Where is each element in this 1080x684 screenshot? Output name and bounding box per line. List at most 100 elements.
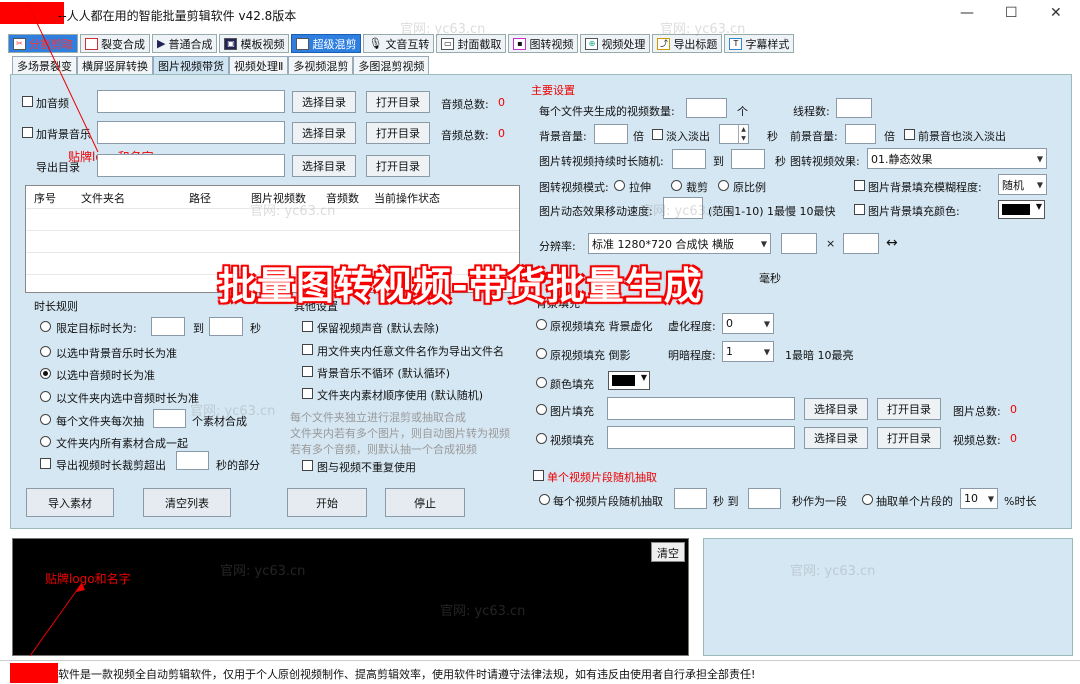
duration-opt-fixed-label: 限定目标时长为: — [56, 322, 137, 335]
fill-reflect-radio[interactable] — [536, 348, 547, 359]
fill-image-radio[interactable] — [536, 404, 547, 415]
blur-fill-select[interactable]: 随机 ▼ — [998, 174, 1047, 195]
spinner-arrows-icon[interactable]: ▲ ▼ — [738, 125, 748, 143]
fill-video-select-dir-button[interactable]: 选择目录 — [804, 427, 868, 449]
subtab-image-video-sales[interactable]: 图片视频带货 — [153, 56, 229, 74]
fill-video-path-input[interactable] — [607, 426, 795, 449]
mode-stretch-radio[interactable] — [614, 180, 625, 191]
fill-video-open-dir-button[interactable]: 打开目录 — [877, 427, 941, 449]
maximize-button[interactable]: ☐ — [1005, 5, 1018, 21]
fill-image-select-dir-button[interactable]: 选择目录 — [804, 398, 868, 420]
duration-opt-folder-audio-radio[interactable] — [40, 391, 51, 402]
bgm-total-value: 0 — [498, 127, 505, 140]
subtab-orientation[interactable]: 横屏竖屏转换 — [77, 56, 153, 74]
export-open-dir-button[interactable]: 打开目录 — [366, 155, 430, 177]
segment-pct-radio[interactable] — [862, 494, 873, 505]
trim-seconds-input[interactable] — [176, 451, 209, 470]
fill-color-picker[interactable]: ▼ — [608, 371, 650, 390]
threads-input[interactable] — [836, 98, 872, 118]
bgm-no-loop-checkbox[interactable] — [302, 366, 313, 377]
stop-button[interactable]: 停止 — [385, 488, 465, 517]
export-icon: ⤴ — [657, 37, 671, 50]
tab-video-process[interactable]: ⊕ 视频处理 — [580, 34, 651, 53]
log-clear-button[interactable]: 清空 — [651, 542, 685, 562]
chevron-down-icon: ▼ — [1035, 202, 1042, 211]
img-duration-min-input[interactable] — [672, 149, 706, 169]
mode-crop-radio[interactable] — [671, 180, 682, 191]
subtab-video-process-2[interactable]: 视频处理Ⅱ — [229, 56, 289, 74]
fill-image-open-dir-button[interactable]: 打开目录 — [877, 398, 941, 420]
height-input[interactable] — [843, 233, 879, 254]
segment-max-input[interactable] — [748, 488, 781, 509]
tab-normal[interactable]: ▶ 普通合成 — [152, 34, 218, 53]
bgm-path-input[interactable] — [97, 121, 285, 144]
tab-supermix[interactable]: ▦ 超级混剪 — [291, 34, 362, 53]
start-button[interactable]: 开始 — [287, 488, 367, 517]
audio-open-dir-button[interactable]: 打开目录 — [366, 91, 430, 113]
blur-degree-select[interactable]: 0 ▼ — [722, 313, 774, 334]
duration-min-input[interactable] — [151, 317, 185, 336]
fg-volume-input[interactable] — [845, 124, 876, 144]
segment-random-radio[interactable] — [539, 494, 550, 505]
img-effect-select[interactable]: 01.静态效果 ▼ — [867, 148, 1047, 169]
add-bgm-checkbox[interactable] — [22, 127, 33, 138]
no-repeat-checkbox[interactable] — [302, 460, 313, 471]
tab-fission[interactable]: 裂变合成 — [80, 34, 150, 53]
width-input[interactable] — [781, 233, 817, 254]
bgm-select-dir-button[interactable]: 选择目录 — [292, 122, 356, 144]
fill-image-path-input[interactable] — [607, 397, 795, 420]
fade-checkbox[interactable] — [652, 129, 663, 140]
resolution-select[interactable]: 标准 1280*720 合成快 横版 ▼ — [588, 233, 771, 254]
tab-img2video[interactable]: ▪ 图转视频 — [508, 34, 579, 53]
subtab-multi-scene[interactable]: 多场景裂变 — [12, 56, 77, 74]
duration-opt-audio-radio[interactable] — [40, 368, 51, 379]
brightness-select[interactable]: 1 ▼ — [722, 341, 774, 362]
duration-opt-all-radio[interactable] — [40, 436, 51, 447]
bg-color-checkbox[interactable] — [854, 204, 865, 215]
keep-video-audio-checkbox[interactable] — [302, 321, 313, 332]
bg-color-picker[interactable]: ▼ — [998, 200, 1045, 219]
subtab-multi-image-mix[interactable]: 多图混剪视频 — [353, 56, 430, 74]
duration-opt-bgm-radio[interactable] — [40, 346, 51, 357]
export-select-dir-button[interactable]: 选择目录 — [292, 155, 356, 177]
mode-ratio-radio[interactable] — [718, 180, 729, 191]
segment-min-input[interactable] — [674, 488, 707, 509]
tab-split[interactable]: ✂ 分割剪取 — [8, 34, 78, 53]
threads-label: 线程数: — [793, 105, 830, 118]
swap-icon[interactable]: ↔ — [886, 235, 898, 251]
bgm-open-dir-button[interactable]: 打开目录 — [366, 122, 430, 144]
export-path-input[interactable] — [97, 154, 285, 177]
tab-template[interactable]: ▣ 模板视频 — [219, 34, 290, 53]
audio-path-input[interactable] — [97, 90, 285, 113]
add-audio-checkbox[interactable] — [22, 96, 33, 107]
ms-label: 毫秒 — [759, 272, 781, 285]
sequential-order-checkbox[interactable] — [302, 388, 313, 399]
mode-ratio-label: 原比例 — [733, 181, 766, 194]
audio-select-dir-button[interactable]: 选择目录 — [292, 91, 356, 113]
trim-export-checkbox[interactable] — [40, 458, 51, 469]
duration-max-input[interactable] — [209, 317, 243, 336]
duration-opt-per-folder-radio[interactable] — [40, 414, 51, 425]
per-folder-count-input[interactable] — [153, 409, 186, 428]
bg-volume-input[interactable] — [594, 124, 628, 144]
fill-video-radio[interactable] — [536, 433, 547, 444]
no-repeat-label: 图与视频不重复使用 — [317, 461, 416, 474]
log-output[interactable]: 清空 贴牌logo和名字 — [12, 538, 689, 656]
minimize-button[interactable]: — — [960, 5, 974, 21]
segment-random-checkbox[interactable] — [533, 470, 544, 481]
blur-fill-checkbox[interactable] — [854, 180, 865, 191]
folder-filename-checkbox[interactable] — [302, 344, 313, 355]
fg-fade-checkbox[interactable] — [904, 129, 915, 140]
fade-seconds-spinner[interactable]: ▲ ▼ — [719, 124, 749, 144]
per-folder-videos-input[interactable] — [686, 98, 727, 118]
fill-color-radio[interactable] — [536, 377, 547, 388]
close-button[interactable]: ✕ — [1050, 5, 1062, 21]
duration-opt-fixed-radio[interactable] — [40, 321, 51, 332]
img-duration-max-input[interactable] — [731, 149, 765, 169]
import-material-button[interactable]: 导入素材 — [26, 488, 114, 517]
fill-blur-radio[interactable] — [536, 319, 547, 330]
segment-pct-select[interactable]: 10 ▼ — [960, 488, 998, 509]
clear-list-button[interactable]: 清空列表 — [143, 488, 231, 517]
watermark: 官网: yc63.cn — [640, 204, 726, 219]
subtab-multi-video-mix[interactable]: 多视频混剪 — [288, 56, 354, 74]
